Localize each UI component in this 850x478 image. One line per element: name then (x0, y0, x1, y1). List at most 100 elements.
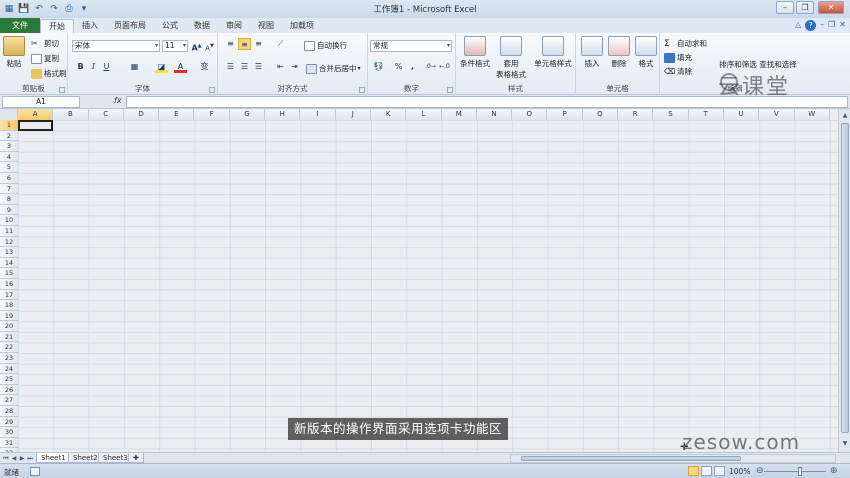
decrease-decimal-icon[interactable]: ←.0 (438, 61, 451, 73)
page-break-view-icon[interactable] (714, 466, 725, 476)
row-header[interactable]: 1 (0, 120, 18, 131)
row-header[interactable]: 17 (0, 289, 18, 301)
vertical-scroll-thumb[interactable] (841, 123, 849, 433)
align-top-icon[interactable]: ≡ (224, 38, 237, 50)
increase-decimal-icon[interactable]: .0→ (424, 61, 437, 73)
copy-button[interactable]: 复制 (31, 53, 59, 64)
row-header[interactable]: 11 (0, 225, 18, 237)
format-cells-button[interactable]: 格式 (634, 36, 658, 69)
horizontal-scrollbar[interactable] (510, 454, 836, 463)
autosum-button[interactable]: Σ 自动求和 (664, 38, 707, 49)
font-color-icon[interactable]: A (174, 61, 187, 73)
row-header[interactable]: 25 (0, 374, 18, 385)
column-header[interactable]: E (159, 109, 195, 120)
currency-icon[interactable]: 💱 (372, 61, 385, 73)
formula-input[interactable] (126, 96, 848, 108)
format-as-table-button[interactable]: 套用 表格格式 (494, 36, 528, 80)
row-header[interactable]: 18 (0, 300, 18, 311)
tab-file[interactable]: 文件 (0, 18, 40, 33)
row-header[interactable]: 24 (0, 363, 18, 375)
name-box[interactable]: A1 (2, 96, 80, 108)
row-header[interactable]: 5 (0, 162, 18, 173)
fill-color-icon[interactable]: ◪ (155, 61, 168, 73)
tab-data[interactable]: 数据 (186, 19, 218, 33)
column-header[interactable]: D (123, 109, 160, 120)
last-sheet-icon[interactable]: ⏭ (26, 454, 34, 463)
row-header[interactable]: 7 (0, 183, 18, 195)
font-size-combo[interactable]: 11 ▾ (162, 40, 188, 52)
row-header[interactable]: 4 (0, 151, 18, 163)
save-icon[interactable]: 💾 (18, 3, 30, 15)
align-bottom-icon[interactable]: ≡ (252, 38, 265, 50)
font-name-combo[interactable]: 宋体 ▾ (72, 40, 160, 52)
row-header[interactable]: 13 (0, 247, 18, 258)
column-header[interactable]: N (476, 109, 513, 120)
grow-font-icon[interactable]: A▲ (190, 40, 203, 53)
row-header[interactable]: 8 (0, 194, 18, 205)
column-header[interactable]: M (441, 109, 477, 120)
underline-button[interactable]: U (100, 61, 113, 73)
scroll-up-icon[interactable]: ▲ (840, 111, 850, 121)
row-header[interactable]: 15 (0, 268, 18, 279)
next-sheet-icon[interactable]: ▶ (18, 454, 26, 463)
workbook-minimize-icon[interactable]: – (820, 20, 824, 31)
tab-view[interactable]: 视图 (250, 19, 282, 33)
column-header[interactable]: W (794, 109, 830, 120)
column-header[interactable]: V (759, 109, 795, 120)
clipboard-launcher[interactable] (59, 87, 65, 93)
percent-button[interactable]: % (392, 61, 405, 73)
zoom-out-icon[interactable]: ⊖ (756, 466, 764, 476)
customize-toolbar-icon[interactable]: ▾ (78, 3, 90, 15)
tab-addins[interactable]: 加载项 (282, 19, 322, 33)
cut-button[interactable]: ✂ 剪切 (31, 38, 59, 49)
column-header[interactable]: U (723, 109, 760, 120)
row-header[interactable]: 19 (0, 310, 18, 322)
align-right-icon[interactable]: ☰ (252, 61, 265, 73)
row-header[interactable]: 6 (0, 172, 18, 184)
column-header[interactable]: Q (582, 109, 619, 120)
column-header[interactable]: A (18, 109, 54, 120)
clear-button[interactable]: ⌫ 清除 (664, 66, 692, 77)
wrap-text-button[interactable]: 自动换行 (304, 40, 347, 51)
row-header[interactable]: 9 (0, 204, 18, 216)
row-header[interactable]: 28 (0, 406, 18, 417)
undo-icon[interactable]: ↶ (33, 3, 45, 15)
column-header[interactable]: C (88, 109, 124, 120)
workbook-restore-icon[interactable]: ❐ (828, 20, 835, 31)
phonetic-icon[interactable]: 变 (198, 61, 211, 73)
row-header[interactable]: 27 (0, 395, 18, 407)
bold-button[interactable]: B (74, 61, 87, 73)
row-header[interactable]: 3 (0, 141, 18, 152)
row-header[interactable]: 20 (0, 321, 18, 332)
column-header[interactable]: B (53, 109, 89, 120)
fill-button[interactable]: 填充 (664, 52, 692, 63)
row-header[interactable]: 10 (0, 215, 18, 226)
row-header[interactable]: 12 (0, 236, 18, 248)
zoom-in-icon[interactable]: ⊕ (830, 466, 838, 476)
column-header[interactable]: L (406, 109, 442, 120)
minimize-ribbon-icon[interactable]: △ (795, 20, 801, 31)
column-header[interactable]: I (300, 109, 336, 120)
italic-button[interactable]: I (87, 61, 100, 73)
tab-home[interactable]: 开始 (40, 19, 74, 33)
cell-styles-button[interactable]: 单元格样式 (530, 36, 576, 69)
row-header[interactable]: 2 (0, 130, 18, 142)
alignment-launcher[interactable] (359, 87, 365, 93)
tab-review[interactable]: 审阅 (218, 19, 250, 33)
format-painter-button[interactable]: 格式刷 (31, 68, 67, 79)
column-header[interactable]: T (688, 109, 724, 120)
zoom-level[interactable]: 100% (729, 467, 750, 476)
scroll-down-icon[interactable]: ▼ (840, 439, 850, 449)
merge-center-button[interactable]: 合并后居中 ▾ (306, 63, 361, 74)
column-header[interactable]: S (653, 109, 689, 120)
vertical-scrollbar[interactable]: ▲ ▼ (838, 109, 850, 452)
minimize-button[interactable]: – (776, 1, 794, 14)
select-all-corner[interactable] (0, 109, 18, 120)
insert-sheet-icon[interactable]: ✚ (128, 453, 144, 463)
paste-button[interactable]: 粘贴 (3, 36, 25, 69)
insert-cells-button[interactable]: 插入 (580, 36, 604, 69)
conditional-format-button[interactable]: 条件格式 (458, 36, 492, 69)
column-header[interactable]: R (618, 109, 654, 120)
zoom-slider[interactable] (764, 471, 826, 472)
column-header[interactable]: K (370, 109, 407, 120)
